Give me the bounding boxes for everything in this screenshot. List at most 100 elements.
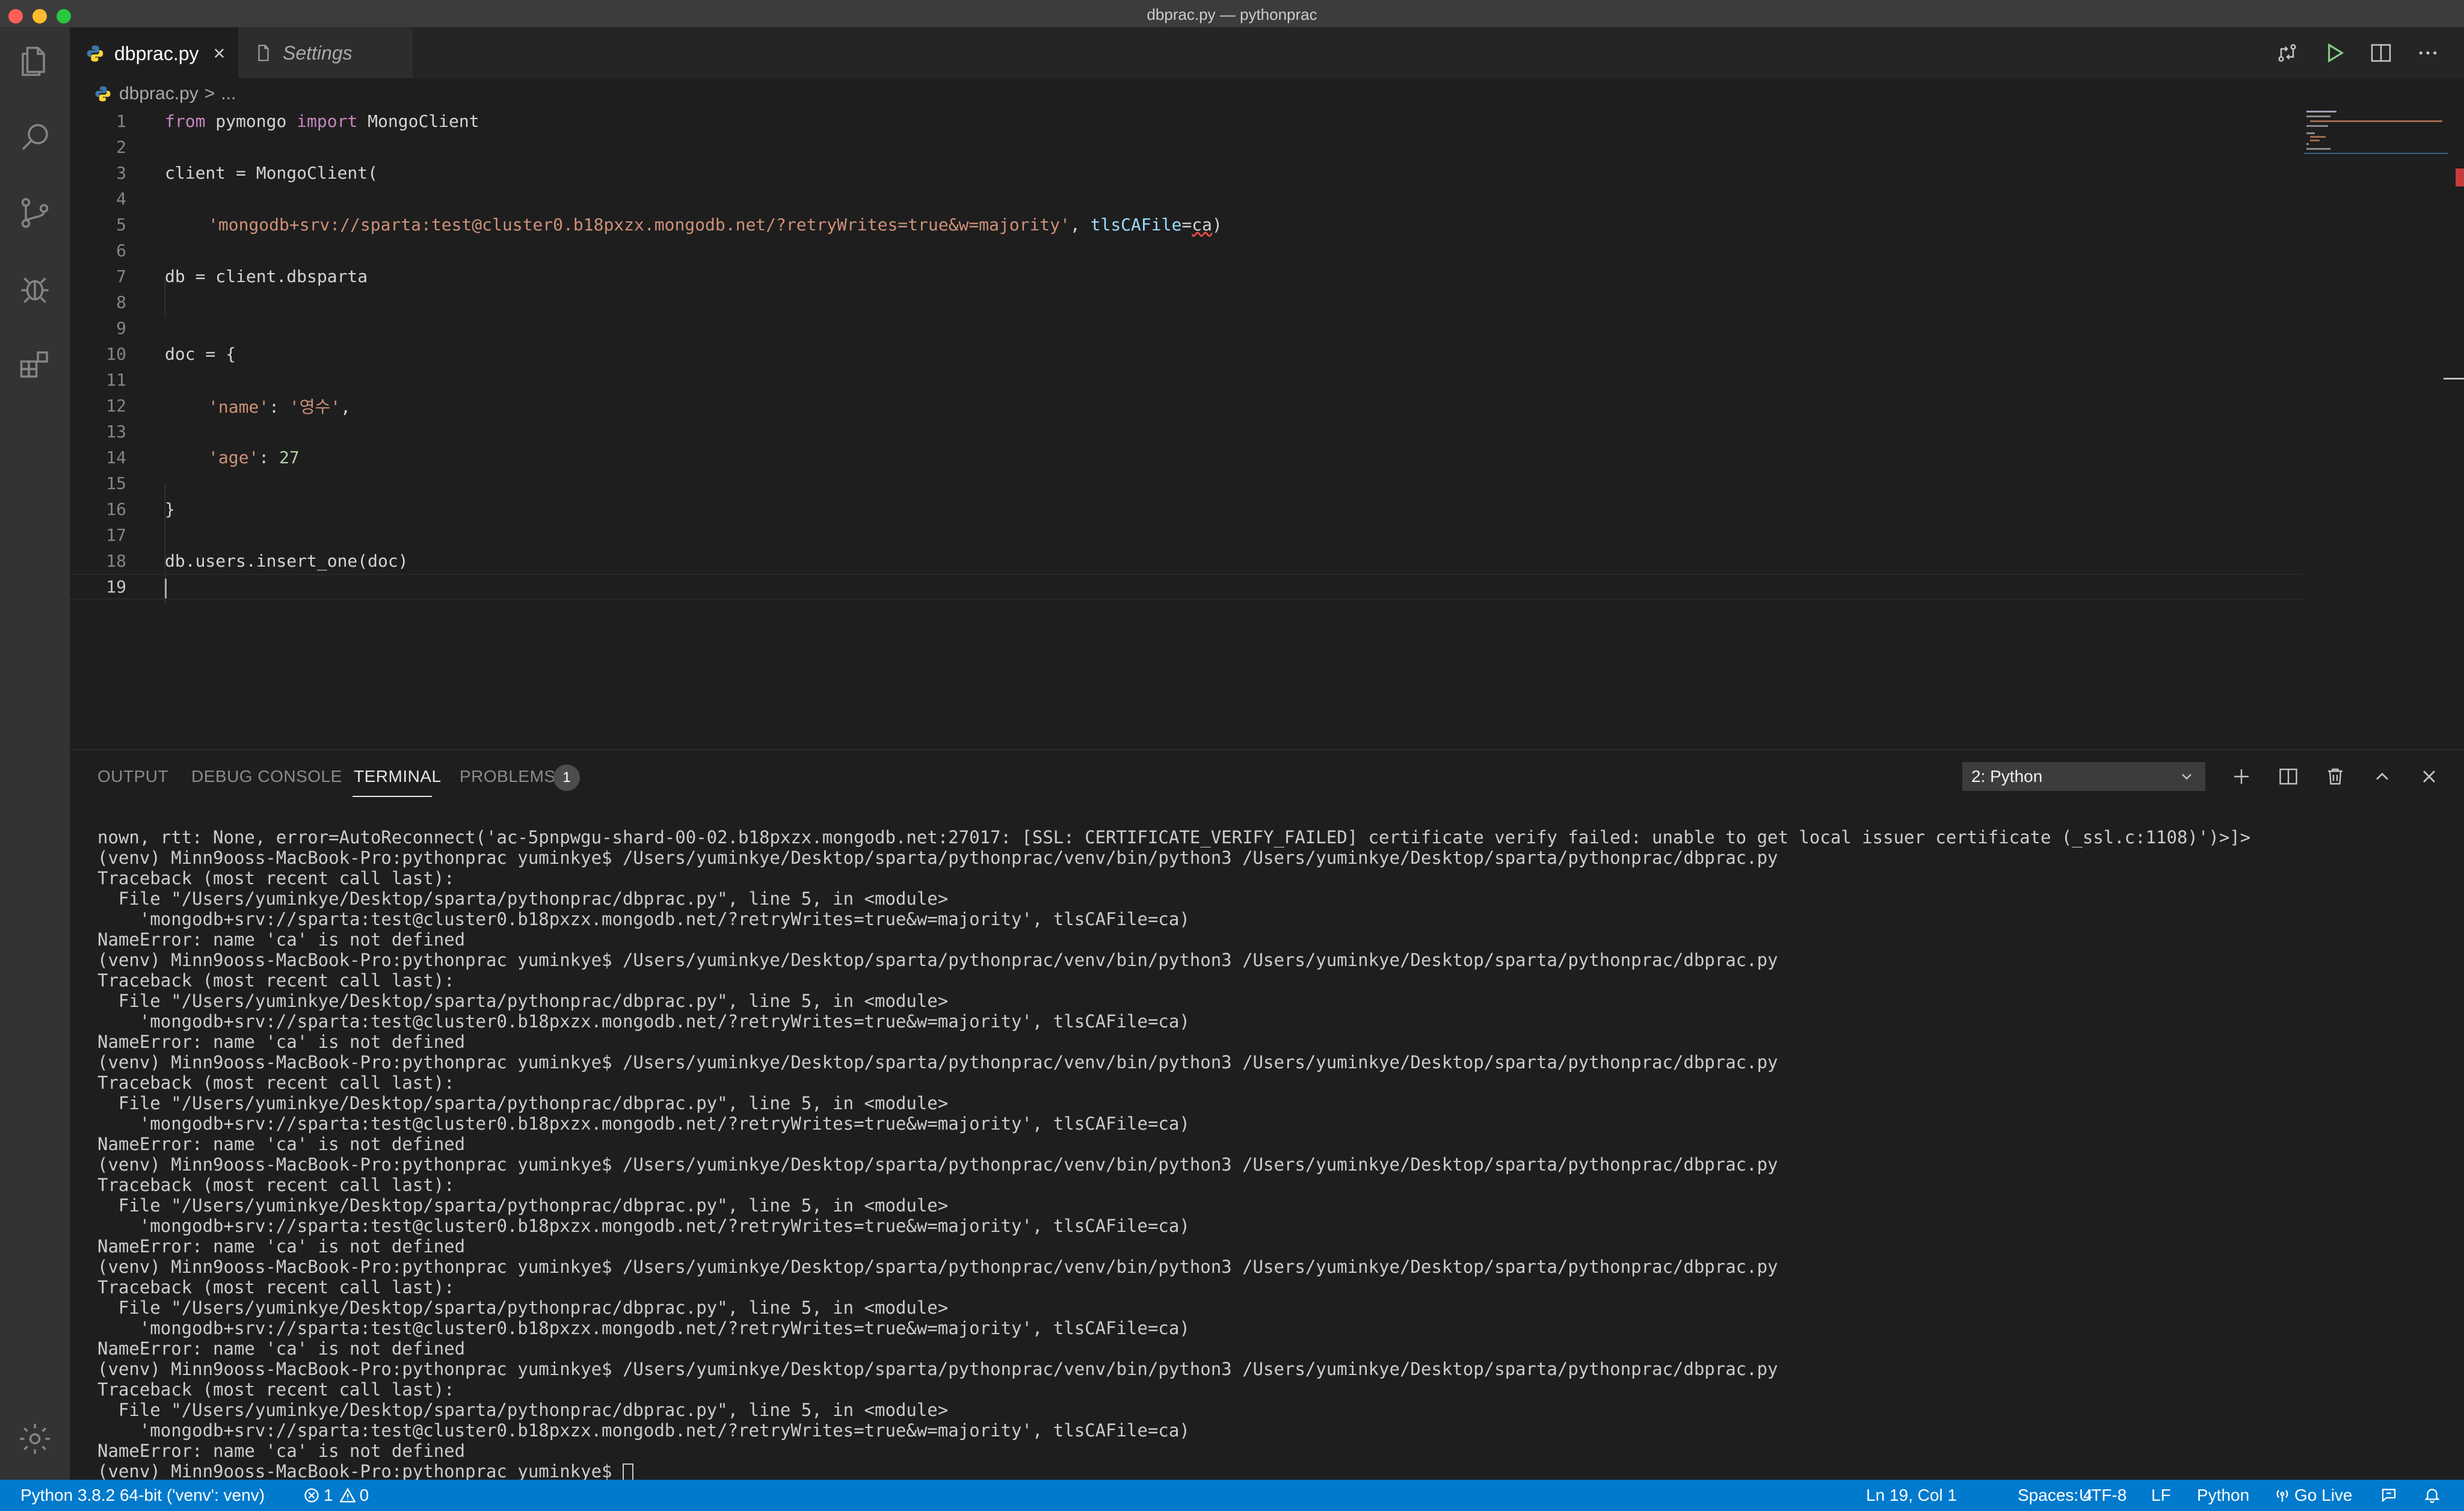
files-icon[interactable]	[17, 43, 53, 79]
terminal-line: Traceback (most recent call last):	[97, 1379, 455, 1400]
minimap[interactable]	[2304, 108, 2448, 180]
python-file-icon	[95, 86, 111, 102]
problems-count-badge: 1	[553, 765, 580, 791]
cursor-position[interactable]: Ln 19, Col 1	[1866, 1486, 1957, 1505]
terminal[interactable]: nown, rtt: None, error=AutoReconnect('ac…	[97, 827, 2444, 1482]
status-bar: Python 3.8.2 64-bit ('venv': venv) 1 0 L…	[0, 1480, 2464, 1511]
line-number: 18	[106, 551, 126, 571]
interpreter-selector[interactable]: Python 3.8.2 64-bit ('venv': venv)	[20, 1486, 265, 1505]
terminal-line: (venv) Minn9ooss-MacBook-Pro:pythonprac …	[97, 950, 1778, 970]
terminal-line: NameError: name 'ca' is not defined	[97, 1032, 466, 1052]
tab-label: dbprac.py	[114, 42, 199, 64]
bell-icon[interactable]	[2423, 1486, 2441, 1508]
warning-icon	[339, 1488, 356, 1503]
code-text: client = MongoClient(	[165, 163, 378, 183]
line-number: 16	[106, 499, 126, 519]
run-icon[interactable]	[2322, 41, 2346, 65]
python-file-icon	[85, 44, 105, 63]
source-control-icon[interactable]	[17, 195, 53, 231]
terminal-line: File "/Users/yuminkye/Desktop/sparta/pyt…	[97, 888, 949, 909]
code-token: ,	[340, 396, 351, 417]
line-number: 14	[106, 448, 126, 467]
panel-tab-bar: OUTPUT DEBUG CONSOLE TERMINAL PROBLEMS 1…	[70, 750, 2464, 803]
tab-dbprac[interactable]: dbprac.py ×	[70, 28, 238, 78]
terminal-line: 'mongodb+srv://sparta:test@cluster0.b18p…	[97, 1113, 1190, 1134]
code-line: 4	[70, 186, 2296, 212]
eol-setting[interactable]: LF	[2151, 1486, 2171, 1505]
code-line: 9	[70, 315, 2296, 341]
encoding-setting[interactable]: UTF-8	[2079, 1486, 2127, 1505]
code-line: 18 db.users.insert_one(doc)	[70, 548, 2296, 574]
warning-count: 0	[359, 1486, 369, 1504]
terminal-line: Traceback (most recent call last):	[97, 868, 455, 888]
tab-output[interactable]: OUTPUT	[97, 767, 168, 786]
extensions-icon[interactable]	[17, 346, 53, 383]
close-panel-icon[interactable]	[2418, 766, 2440, 787]
add-terminal-icon[interactable]	[2231, 766, 2252, 787]
search-icon[interactable]	[17, 119, 53, 155]
code-text: db = client.dbsparta	[165, 266, 368, 286]
terminal-line: File "/Users/yuminkye/Desktop/sparta/pyt…	[97, 1297, 949, 1318]
split-editor-icon[interactable]	[2369, 41, 2393, 65]
more-actions-icon[interactable]	[2416, 41, 2440, 65]
line-number: 12	[106, 396, 126, 416]
tab-debug-console[interactable]: DEBUG CONSOLE	[191, 767, 342, 786]
terminal-line: (venv) Minn9ooss-MacBook-Pro:pythonprac …	[97, 1359, 1778, 1379]
code-line: 3 client = MongoClient(	[70, 160, 2296, 186]
problems-summary[interactable]: 1 0	[303, 1486, 369, 1505]
language-mode[interactable]: Python	[2197, 1486, 2249, 1505]
bottom-panel: OUTPUT DEBUG CONSOLE TERMINAL PROBLEMS 1…	[70, 749, 2464, 1482]
line-number: 5	[116, 215, 126, 235]
tab-problems[interactable]: PROBLEMS	[460, 767, 556, 786]
line-number: 1	[116, 111, 126, 131]
terminal-line: 'mongodb+srv://sparta:test@cluster0.b18p…	[97, 1011, 1190, 1032]
terminal-line: Traceback (most recent call last):	[97, 1277, 455, 1297]
terminal-prompt-line[interactable]: (venv) Minn9ooss-MacBook-Pro:pythonprac …	[97, 1461, 2444, 1482]
feedback-icon[interactable]	[2380, 1486, 2398, 1508]
window-title: dbprac.py — pythonprac	[1147, 5, 1317, 23]
tab-settings[interactable]: Settings	[238, 28, 413, 78]
code-line: 11	[70, 367, 2296, 393]
code-line: 7 db = client.dbsparta	[70, 263, 2296, 289]
code-line: 15	[70, 470, 2296, 496]
code-editor[interactable]: 1 from pymongo import MongoClient 2 3 cl…	[70, 108, 2464, 748]
terminal-line: (venv) Minn9ooss-MacBook-Pro:pythonprac …	[97, 1154, 1778, 1175]
current-line: 19	[70, 574, 2303, 600]
title-bar: dbprac.py — pythonprac	[0, 0, 2464, 28]
breadcrumb-separator: >	[204, 84, 215, 103]
terminal-select[interactable]: 2: Python	[1962, 762, 2205, 791]
terminal-line: 'mongodb+srv://sparta:test@cluster0.b18p…	[97, 1420, 1190, 1441]
terminal-line: File "/Users/yuminkye/Desktop/sparta/pyt…	[97, 1400, 949, 1420]
terminal-line: NameError: name 'ca' is not defined	[97, 1236, 466, 1257]
go-live-button[interactable]: Go Live	[2274, 1486, 2353, 1505]
breadcrumb-symbols[interactable]: ...	[221, 84, 236, 104]
terminal-line: File "/Users/yuminkye/Desktop/sparta/pyt…	[97, 991, 949, 1011]
error-token[interactable]: ca	[1192, 215, 1212, 235]
line-number: 13	[106, 422, 126, 442]
terminal-line: Traceback (most recent call last):	[97, 1175, 455, 1195]
terminal-line: NameError: name 'ca' is not defined	[97, 1338, 466, 1359]
maximize-panel-icon[interactable]	[2371, 766, 2393, 787]
close-tab-icon[interactable]: ×	[214, 42, 226, 66]
gear-icon[interactable]	[17, 1421, 53, 1457]
trash-icon[interactable]	[2324, 766, 2346, 787]
compare-changes-icon[interactable]	[2275, 41, 2299, 65]
tab-terminal[interactable]: TERMINAL	[354, 767, 442, 786]
breadcrumb-file[interactable]: dbprac.py	[119, 84, 199, 104]
split-terminal-icon[interactable]	[2278, 766, 2299, 787]
line-number: 17	[106, 525, 126, 545]
terminal-line: (venv) Minn9ooss-MacBook-Pro:pythonprac …	[97, 848, 1778, 868]
terminal-line: 'mongodb+srv://sparta:test@cluster0.b18p…	[97, 1216, 1190, 1236]
code-line: 14 'age': 27	[70, 445, 2296, 470]
code-line: 1 from pymongo import MongoClient	[70, 108, 2296, 134]
terminal-line: Traceback (most recent call last):	[97, 970, 455, 991]
keyword-token: import	[297, 111, 358, 131]
broadcast-icon	[2276, 1490, 2288, 1502]
parameter-token: tlsCAFile	[1090, 215, 1182, 235]
text-cursor	[165, 579, 167, 599]
terminal-line: File "/Users/yuminkye/Desktop/sparta/pyt…	[97, 1195, 949, 1216]
chevron-down-icon	[2178, 763, 2195, 799]
debug-icon[interactable]	[17, 271, 53, 307]
code-token: )	[1212, 215, 1222, 235]
error-scroll-marker	[2456, 168, 2464, 186]
